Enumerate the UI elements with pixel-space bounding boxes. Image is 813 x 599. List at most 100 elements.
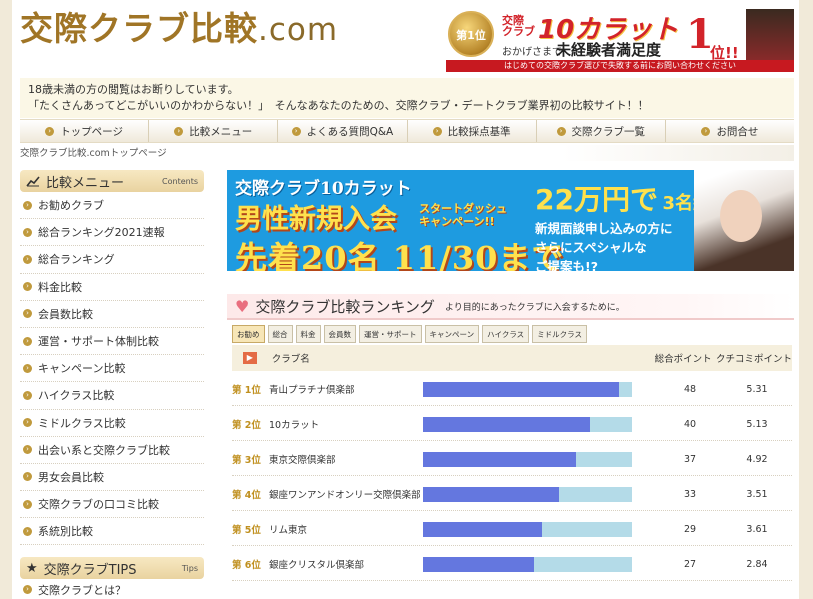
rank-number: 第 6位 [232, 560, 261, 571]
kuchikomi-score: 3.61 [746, 523, 768, 535]
logo-suffix: .com [258, 12, 339, 48]
chevron-right-icon: › [23, 309, 32, 319]
top-ad-banner[interactable]: 第1位 交際 クラブ 10カラット おかげさまで 未経験者満足度 1 位!! は… [446, 9, 794, 72]
sidebar-tips-list: › 交際クラブとは？ [20, 580, 204, 599]
sidebar-item-ranking[interactable]: › 総合ランキング [20, 246, 204, 274]
page-border-left [0, 0, 12, 599]
tab-high-class[interactable]: ハイクラス [482, 325, 530, 343]
breadcrumb[interactable]: 交際クラブ比較.comトップページ [20, 145, 794, 161]
col-score: 総合ポイント [654, 354, 712, 365]
sidebar-item-reviews[interactable]: › 交際クラブの口コミ比較 [20, 491, 204, 519]
notice-line-2: 「たくさんあってどこがいいのかわからない！」 そんなあなたのための、交際クラブ・… [28, 99, 649, 112]
kuchikomi-score: 2.84 [746, 558, 768, 570]
sidebar-menu-header: 比較メニュー Contents [20, 170, 204, 192]
ranking-row[interactable]: 第 5位 リム東京 29 3.61 [232, 513, 792, 546]
site-logo[interactable]: 交際クラブ比較.com [20, 2, 339, 48]
banner-footer-text: はじめての交際クラブ選びで失敗する前にお問い合わせください [446, 60, 794, 72]
overall-score: 33 [683, 488, 697, 500]
rank-number: 第 5位 [232, 525, 261, 536]
chevron-right-icon: › [23, 585, 32, 594]
ranking-title: 交際クラブ比較ランキング [255, 297, 435, 316]
sidebar-item-price[interactable]: › 料金比較 [20, 274, 204, 301]
nav-club-list[interactable]: › 交際クラブ一覧 [537, 120, 666, 142]
club-name-link[interactable]: 銀座クリスタル倶楽部 [269, 557, 423, 571]
club-name-link[interactable]: リム東京 [269, 522, 423, 536]
rank-number: 第 1位 [232, 385, 261, 396]
col-kuchikomi: クチコミポイント [715, 354, 792, 365]
sidebar-item-what-is[interactable]: › 交際クラブとは？ [20, 580, 204, 599]
page-border-right [799, 0, 813, 599]
nav-top[interactable]: › トップページ [20, 120, 150, 142]
score-bar-fill [423, 486, 559, 502]
campaign-photo [694, 170, 794, 271]
sidebar-item-high-class[interactable]: › ハイクラス比較 [20, 382, 204, 410]
kuchikomi-score: 5.13 [746, 418, 768, 430]
sidebar-item-dating-sites[interactable]: › 出会い系と交際クラブ比較 [20, 437, 204, 464]
score-bar-fill [423, 381, 620, 397]
score-bar [423, 381, 632, 397]
logo-main: 交際クラブ比較 [20, 9, 258, 48]
chevron-right-icon: › [45, 126, 55, 136]
overall-score: 37 [683, 453, 697, 465]
ranking-row[interactable]: 第 1位 青山プラチナ倶楽部 48 5.31 [232, 373, 792, 406]
overall-score: 48 [683, 383, 697, 395]
chevron-right-icon: › [23, 200, 32, 210]
chevron-right-icon: › [432, 126, 442, 136]
kuchikomi-score: 4.92 [746, 453, 768, 465]
ranking-subtitle: より目的にあったクラブに入会するために。 [444, 302, 625, 313]
tab-support[interactable]: 運営・サポート [359, 325, 422, 343]
chevron-right-icon: › [23, 336, 32, 346]
sort-icon[interactable]: ▶ [243, 352, 257, 364]
sidebar-item-support[interactable]: › 運営・サポート体制比較 [20, 328, 204, 356]
chevron-right-icon: › [23, 526, 32, 536]
club-name-link[interactable]: 10カラット [269, 417, 423, 431]
chevron-right-icon: › [23, 499, 32, 509]
star-icon: ★ [26, 560, 38, 576]
ranking-row[interactable]: 第 3位 東京交際倶楽部 37 4.92 [232, 443, 792, 476]
chevron-right-icon: › [23, 282, 32, 292]
nav-criteria[interactable]: › 比較採点基準 [408, 120, 537, 142]
nav-faq[interactable]: › よくある質問Q&A [278, 120, 408, 142]
col-club-name: クラブ名 [271, 354, 310, 365]
ranking-header: ♥ 交際クラブ比較ランキング より目的にあったクラブに入会するために。 [227, 294, 794, 320]
heart-icon: ♥ [235, 296, 250, 316]
sidebar-item-campaign[interactable]: › キャンペーン比較 [20, 355, 204, 383]
club-name-link[interactable]: 銀座ワンアンドオンリー交際倶楽部 [269, 487, 423, 501]
nav-compare-menu[interactable]: › 比較メニュー [149, 120, 279, 142]
chevron-right-icon: › [23, 390, 32, 400]
ranking-row[interactable]: 第 2位 10カラット 40 5.13 [232, 408, 792, 441]
chevron-right-icon: › [23, 254, 32, 264]
ranking-table-header: ▶ クラブ名 総合ポイント クチコミポイント [232, 345, 792, 371]
club-name-link[interactable]: 青山プラチナ倶楽部 [269, 382, 423, 396]
campaign-club: 交際クラブ10カラット [235, 179, 412, 199]
club-name-link[interactable]: 東京交際倶楽部 [269, 452, 423, 466]
sidebar-item-members[interactable]: › 会員数比較 [20, 301, 204, 328]
age-notice: 18歳未満の方の閲覧はお断りしています。 「たくさんあってどこがいいのかわからな… [20, 78, 794, 118]
ranking-tabs: お勧め 総合 料金 会員数 運営・サポート キャンペーン ハイクラス ミドルクラ… [232, 325, 590, 343]
chevron-right-icon: › [23, 445, 32, 455]
sidebar-item-ranking-2021[interactable]: › 総合ランキング2021速報 [20, 219, 204, 247]
score-bar-fill [423, 521, 543, 537]
chevron-right-icon: › [23, 227, 32, 237]
tab-price[interactable]: 料金 [295, 325, 321, 343]
tab-members[interactable]: 会員数 [323, 325, 356, 343]
ranking-row[interactable]: 第 6位 銀座クリスタル倶楽部 27 2.84 [232, 548, 792, 581]
chevron-right-icon: › [174, 126, 184, 136]
tab-campaign[interactable]: キャンペーン [424, 325, 480, 343]
campaign-banner[interactable]: 交際クラブ10カラット 男性新規入会 スタートダッシュ キャンペーン!! 先着2… [227, 170, 794, 271]
kuchikomi-score: 3.51 [746, 488, 768, 500]
tab-overall[interactable]: 総合 [267, 325, 293, 343]
nav-contact[interactable]: › お問合せ [666, 120, 794, 142]
sidebar-item-gender[interactable]: › 男女会員比較 [20, 464, 204, 492]
sidebar-item-middle-class[interactable]: › ミドルクラス比較 [20, 410, 204, 437]
banner-small-label: 交際 クラブ [502, 14, 535, 38]
ranking-row[interactable]: 第 4位 銀座ワンアンドオンリー交際倶楽部 33 3.51 [232, 478, 792, 511]
banner-photo [746, 9, 794, 61]
global-nav: › トップページ › 比較メニュー › よくある質問Q&A › 比較採点基準 › 交際クラ… [20, 119, 794, 143]
sidebar-item-recommended[interactable]: › お勧めクラブ [20, 192, 204, 220]
tab-recommended[interactable]: お勧め [232, 325, 265, 343]
tab-middle-class[interactable]: ミドルクラス [532, 325, 588, 343]
sidebar-item-type[interactable]: › 系統別比較 [20, 518, 204, 546]
notice-line-1: 18歳未満の方の閲覧はお断りしています。 [28, 83, 239, 96]
score-bar-fill [423, 416, 591, 432]
